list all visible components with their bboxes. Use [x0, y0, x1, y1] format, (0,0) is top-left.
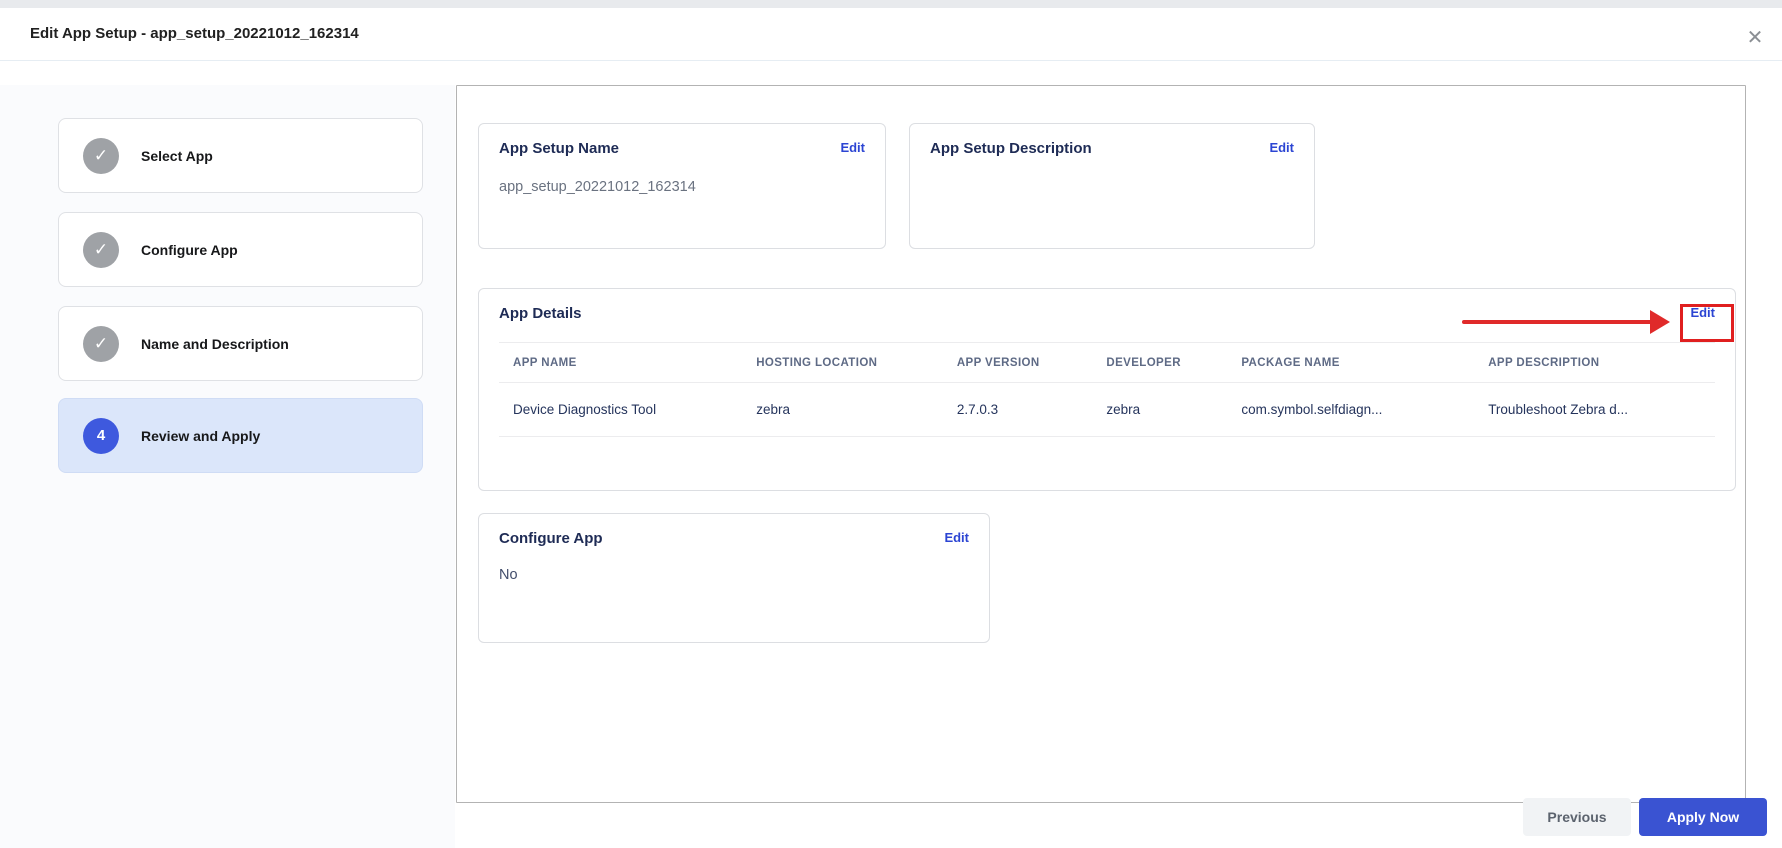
annotation-arrow-line [1462, 320, 1652, 324]
configure-app-value: No [499, 567, 518, 583]
step-name-description[interactable]: ✓ Name and Description [58, 306, 423, 381]
app-setup-description-edit-link[interactable]: Edit [1269, 140, 1294, 155]
step-review-apply[interactable]: 4 Review and Apply [58, 398, 423, 473]
annotation-highlight-box [1680, 304, 1734, 342]
cell-hosting-location: zebra [742, 382, 943, 437]
step-label: Name and Description [141, 335, 289, 352]
review-panel: App Setup Name Edit app_setup_20221012_1… [456, 85, 1746, 803]
step-label: Review and Apply [141, 427, 261, 444]
step-number-badge: 4 [83, 417, 119, 454]
app-setup-name-card: App Setup Name Edit app_setup_20221012_1… [478, 123, 886, 249]
app-setup-description-card: App Setup Description Edit [909, 123, 1315, 249]
cell-app-version: 2.7.0.3 [942, 382, 1093, 437]
card-title: App Details [499, 305, 582, 322]
app-details-table: APP NAME HOSTING LOCATION APP VERSION DE… [499, 342, 1715, 437]
page-background-strip [0, 0, 1782, 8]
configure-app-edit-link[interactable]: Edit [944, 530, 969, 545]
cell-developer: zebra [1092, 382, 1228, 437]
dialog-header: Edit App Setup - app_setup_20221012_1623… [0, 8, 1782, 61]
step-configure-app[interactable]: ✓ Configure App [58, 212, 423, 287]
cell-package-name: com.symbol.selfdiagn... [1227, 382, 1475, 437]
check-icon: ✓ [83, 231, 119, 268]
annotation-arrow-head-icon [1650, 310, 1670, 334]
apply-now-button[interactable]: Apply Now [1639, 798, 1767, 836]
column-header: HOSTING LOCATION [742, 342, 943, 383]
cell-app-description: Troubleshoot Zebra d... [1474, 382, 1715, 437]
step-label: Select App [141, 147, 213, 164]
cell-app-name: Device Diagnostics Tool [499, 382, 743, 437]
dialog-title: Edit App Setup - app_setup_20221012_1623… [30, 25, 359, 42]
app-details-card: App Details Edit APP NAME HOSTING LOCATI… [478, 288, 1736, 491]
column-header: APP VERSION [942, 342, 1093, 383]
column-header: APP DESCRIPTION [1474, 342, 1715, 383]
check-icon: ✓ [83, 137, 119, 174]
configure-app-card: Configure App Edit No [478, 513, 990, 643]
wizard-stepper: ✓ Select App ✓ Configure App ✓ Name and … [0, 85, 455, 848]
card-title: App Setup Name [499, 140, 620, 157]
card-title: App Setup Description [930, 140, 1092, 157]
column-header: DEVELOPER [1092, 342, 1228, 383]
table-row: Device Diagnostics Tool zebra 2.7.0.3 ze… [499, 382, 1715, 437]
step-label: Configure App [141, 241, 238, 258]
column-header: PACKAGE NAME [1227, 342, 1475, 383]
close-icon[interactable]: ✕ [1740, 22, 1770, 52]
step-select-app[interactable]: ✓ Select App [58, 118, 423, 193]
app-setup-name-edit-link[interactable]: Edit [840, 140, 865, 155]
column-header: APP NAME [499, 342, 743, 383]
previous-button[interactable]: Previous [1523, 798, 1631, 836]
check-icon: ✓ [83, 325, 119, 362]
table-header-row: APP NAME HOSTING LOCATION APP VERSION DE… [499, 342, 1715, 383]
card-title: Configure App [499, 530, 603, 547]
app-setup-name-value: app_setup_20221012_162314 [499, 179, 696, 195]
